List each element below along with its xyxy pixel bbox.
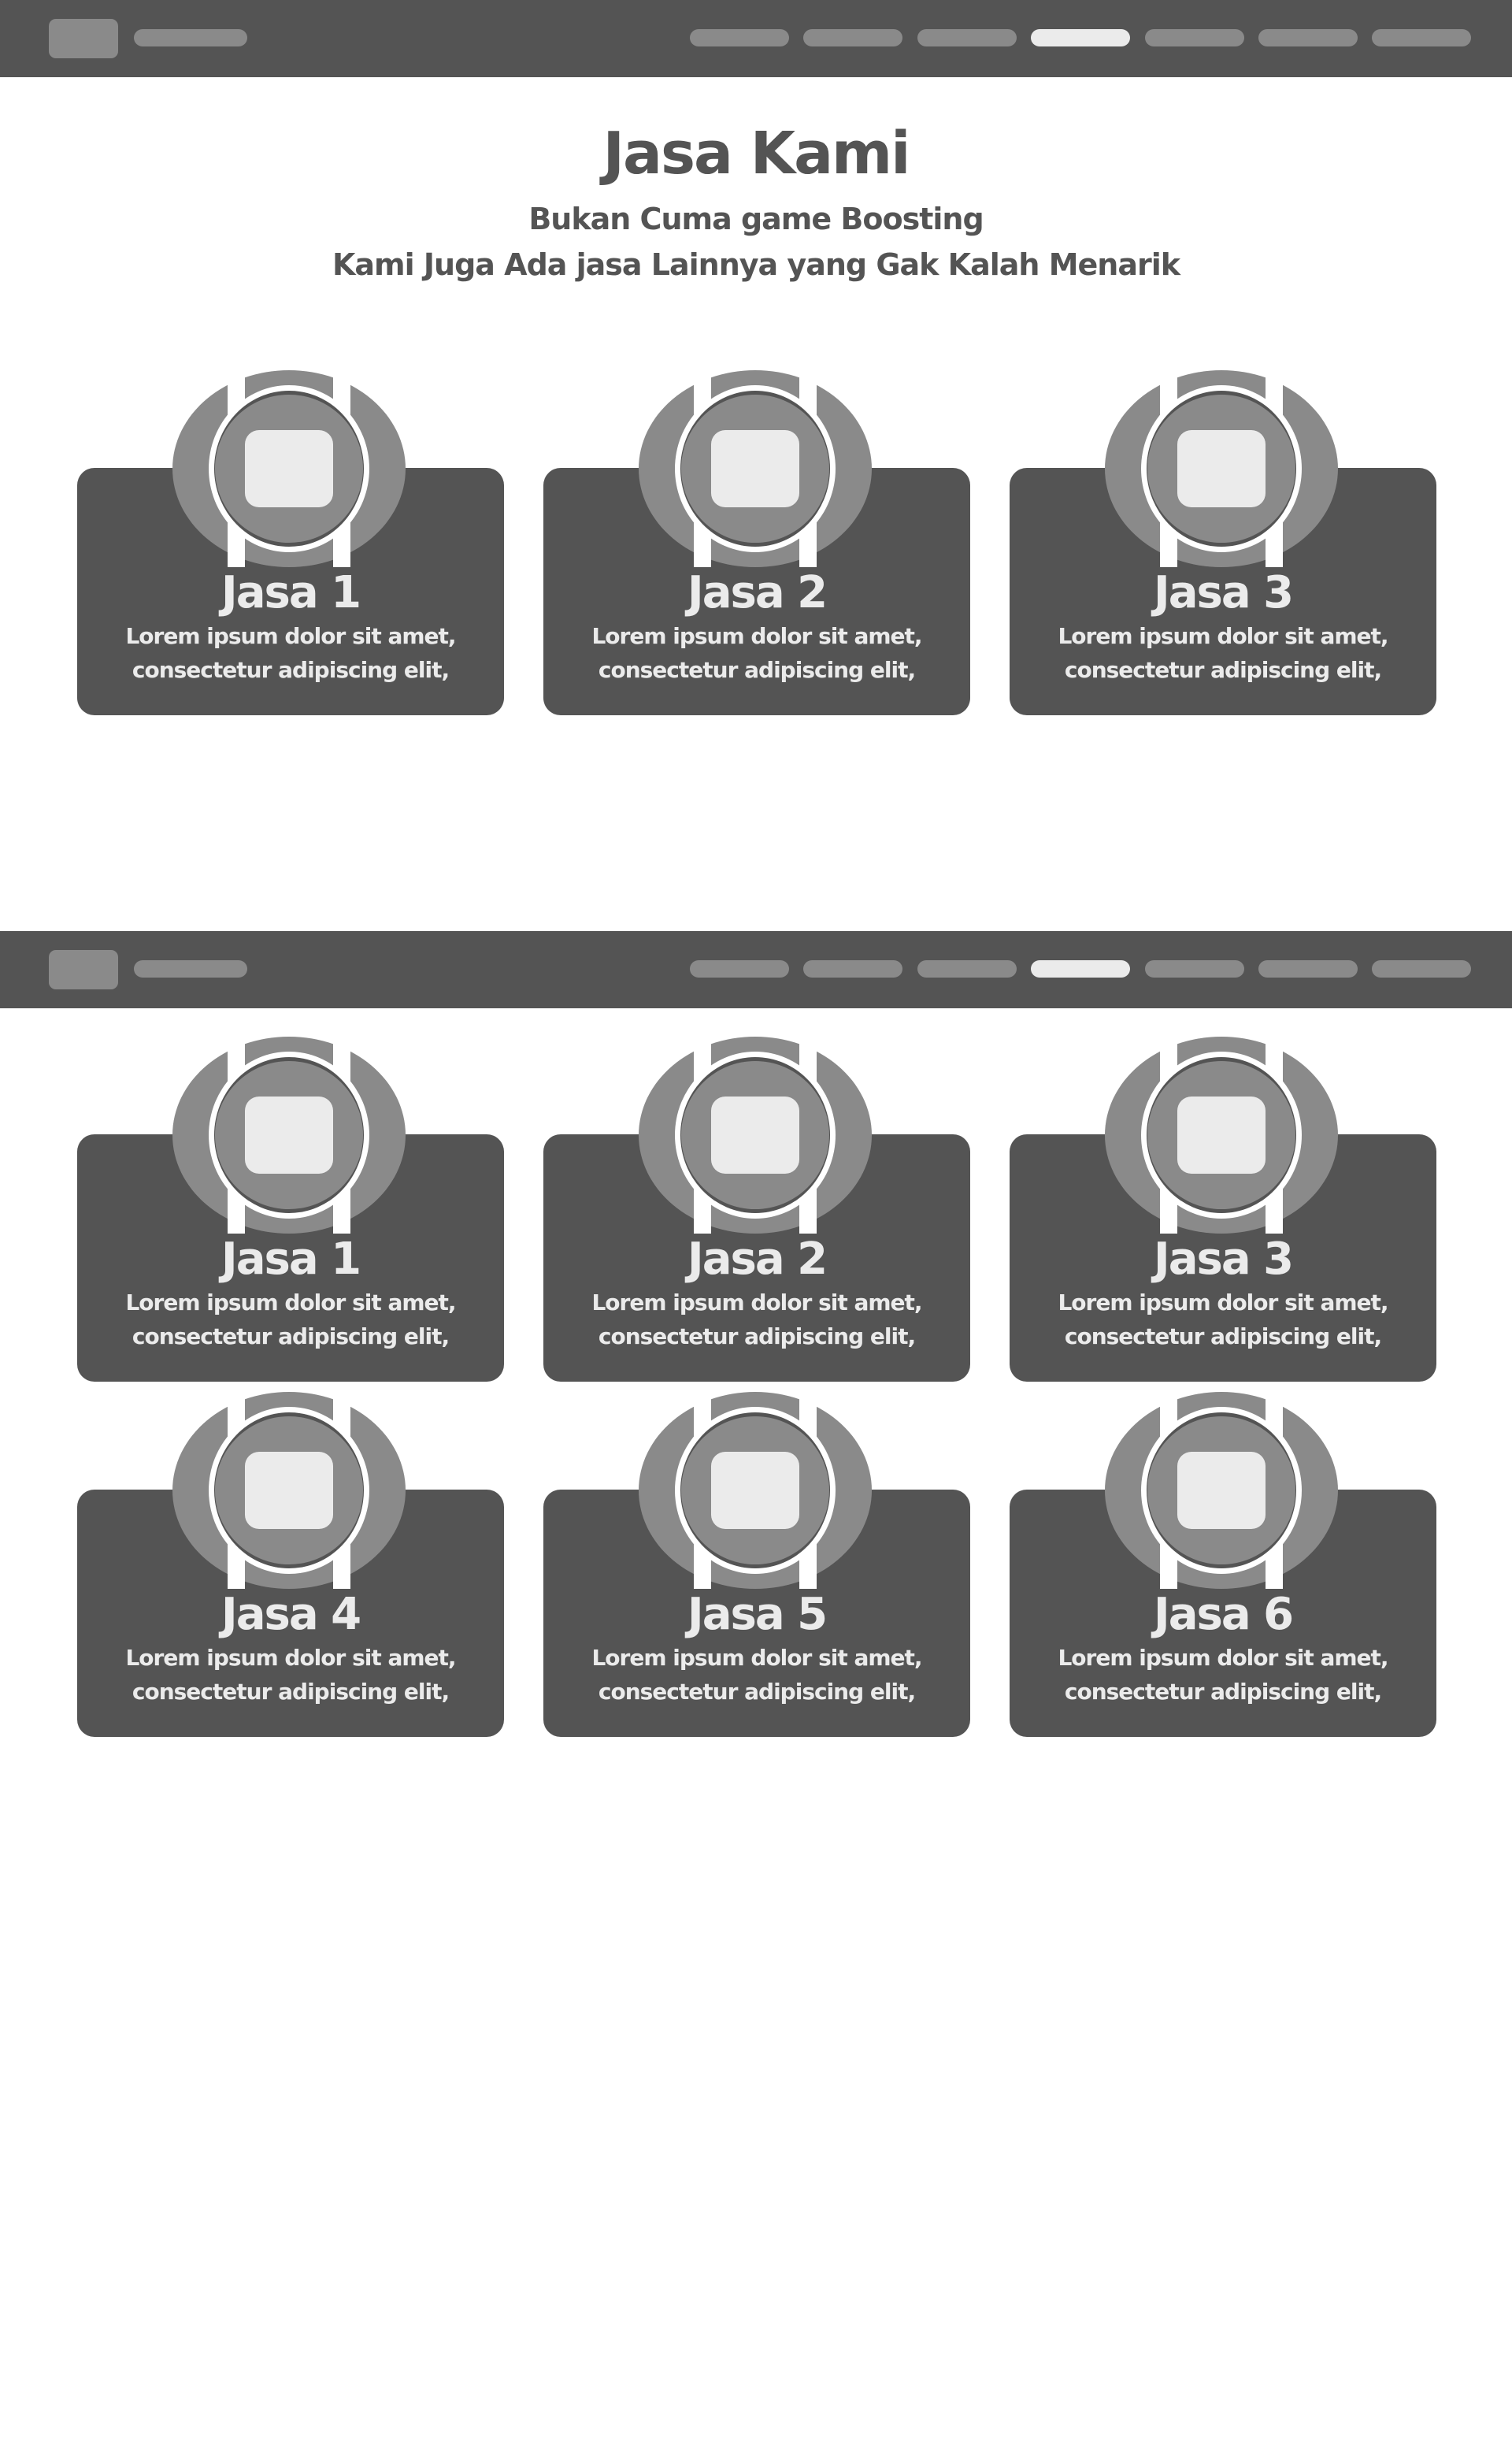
nav-link-1[interactable] <box>690 960 789 978</box>
nav-link-2[interactable] <box>803 960 902 978</box>
card-description: Lorem ipsum dolor sit amet, consectetur a… <box>125 623 456 683</box>
navbar-second <box>0 931 1512 1008</box>
card-description: Lorem ipsum dolor sit amet, consectetur a… <box>125 1645 456 1705</box>
card-description: Lorem ipsum dolor sit amet, consectetur a… <box>591 623 922 683</box>
nav-link-7[interactable] <box>1372 960 1471 978</box>
nav-link-4-active[interactable] <box>1031 960 1130 978</box>
service-card[interactable]: Jasa 4 Lorem ipsum dolor sit amet, consec… <box>77 1392 504 1737</box>
card-title: Jasa 2 <box>687 1234 828 1285</box>
card-description: Lorem ipsum dolor sit amet, consectetur a… <box>591 1290 922 1349</box>
service-card[interactable]: Jasa 2 Lorem ipsum dolor sit amet, consec… <box>543 1037 970 1382</box>
section-subtitle-line1: Bukan Cuma game Boosting <box>528 202 984 236</box>
service-emblem-icon <box>172 1037 406 1234</box>
navbar-top <box>0 0 1512 77</box>
nav-link-4-active[interactable] <box>1031 29 1130 46</box>
service-card[interactable]: Jasa 2 Lorem ipsum dolor sit amet, consec… <box>543 370 970 715</box>
card-title: Jasa 3 <box>1153 1234 1294 1285</box>
service-card[interactable]: Jasa 5 Lorem ipsum dolor sit amet, consec… <box>543 1392 970 1737</box>
section-subtitle-line2: Kami Juga Ada jasa Lainnya yang Gak Kala… <box>332 247 1180 282</box>
card-description: Lorem ipsum dolor sit amet, consectetur a… <box>1058 1290 1388 1349</box>
service-card[interactable]: Jasa 1 Lorem ipsum dolor sit amet, consec… <box>77 370 504 715</box>
service-emblem-icon <box>639 1392 872 1589</box>
brand-placeholder[interactable] <box>134 29 247 46</box>
nav-link-1[interactable] <box>690 29 789 46</box>
card-title: Jasa 3 <box>1153 567 1294 618</box>
card-title: Jasa 1 <box>220 567 361 618</box>
nav-link-2[interactable] <box>803 29 902 46</box>
card-title: Jasa 5 <box>687 1589 828 1640</box>
service-card[interactable]: Jasa 3 Lorem ipsum dolor sit amet, consec… <box>1010 1037 1436 1382</box>
nav-link-7[interactable] <box>1372 29 1471 46</box>
service-emblem-icon <box>639 370 872 567</box>
card-title: Jasa 1 <box>220 1234 361 1285</box>
service-card[interactable]: Jasa 1 Lorem ipsum dolor sit amet, consec… <box>77 1037 504 1382</box>
service-card[interactable]: Jasa 3 Lorem ipsum dolor sit amet, consec… <box>1010 370 1436 715</box>
card-title: Jasa 2 <box>687 567 828 618</box>
card-description: Lorem ipsum dolor sit amet, consectetur a… <box>1058 623 1388 683</box>
card-description: Lorem ipsum dolor sit amet, consectetur a… <box>125 1290 456 1349</box>
card-description: Lorem ipsum dolor sit amet, consectetur a… <box>1058 1645 1388 1705</box>
logo-placeholder[interactable] <box>49 19 118 58</box>
nav-link-3[interactable] <box>917 29 1017 46</box>
card-description: Lorem ipsum dolor sit amet, consectetur a… <box>591 1645 922 1705</box>
service-emblem-icon <box>172 370 406 567</box>
service-emblem-icon <box>639 1037 872 1234</box>
card-title: Jasa 4 <box>220 1589 361 1640</box>
section-title: Jasa Kami <box>602 120 911 187</box>
logo-placeholder[interactable] <box>49 950 118 989</box>
nav-link-5[interactable] <box>1145 960 1244 978</box>
service-emblem-icon <box>172 1392 406 1589</box>
brand-placeholder[interactable] <box>134 960 247 978</box>
service-emblem-icon <box>1105 1037 1338 1234</box>
service-card[interactable]: Jasa 6 Lorem ipsum dolor sit amet, consec… <box>1010 1392 1436 1737</box>
nav-link-6[interactable] <box>1258 960 1358 978</box>
service-emblem-icon <box>1105 370 1338 567</box>
nav-link-3[interactable] <box>917 960 1017 978</box>
nav-link-6[interactable] <box>1258 29 1358 46</box>
card-title: Jasa 6 <box>1153 1589 1294 1640</box>
service-emblem-icon <box>1105 1392 1338 1589</box>
nav-link-5[interactable] <box>1145 29 1244 46</box>
